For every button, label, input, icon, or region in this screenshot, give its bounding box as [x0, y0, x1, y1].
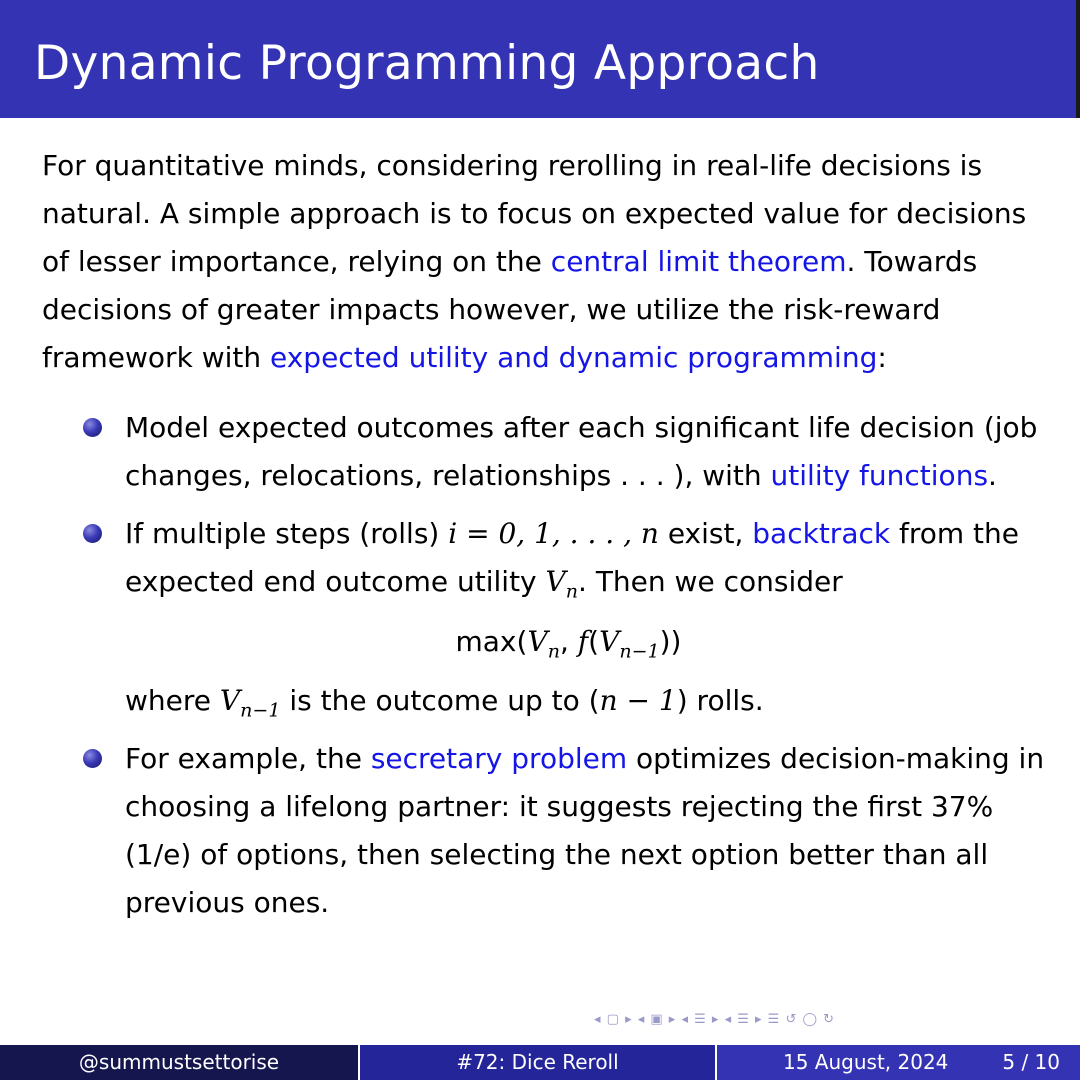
- intro-paragraph: For quantitative minds, considering rero…: [42, 142, 1052, 382]
- where-line: where Vn−1 is the outcome up to (n − 1) …: [125, 677, 1052, 725]
- backtrack-link[interactable]: backtrack: [752, 517, 890, 550]
- bullet-1-text-2: .: [988, 459, 997, 492]
- where-v: V: [219, 684, 241, 717]
- where-text-1: where: [125, 684, 220, 717]
- eq-comma: ,: [559, 625, 578, 658]
- where-math: n − 1: [599, 684, 677, 717]
- eq-v2: V: [599, 625, 620, 658]
- bullet-item-backtrack: If multiple steps (rolls) i = 0, 1, . . …: [42, 510, 1052, 725]
- bullet-icon: [83, 524, 102, 543]
- steps-math: i = 0, 1, . . . , n: [448, 517, 659, 550]
- secretary-problem-link[interactable]: secretary problem: [371, 742, 627, 775]
- footer-author: @summustsettorise: [0, 1045, 358, 1080]
- eq-sub-n1: n−1: [619, 640, 660, 663]
- footer-talk-title: #72: Dice Reroll: [360, 1045, 715, 1080]
- slide-content: For quantitative minds, considering rero…: [42, 142, 1052, 927]
- eq-open: (: [516, 625, 528, 658]
- bullet-2-text-4: . Then we consider: [578, 565, 843, 598]
- beamer-navigation-icons[interactable]: ◂ ▢ ▸ ◂ ▣ ▸ ◂ ☰ ▸ ◂ ☰ ▸ ☰ ↺ ◯ ↻: [594, 1012, 835, 1027]
- display-equation: max(Vn, f(Vn−1)): [125, 618, 1052, 666]
- eq-open-2: (: [588, 625, 600, 658]
- where-text-2: is the outcome up to (: [280, 684, 600, 717]
- intro-text-3: :: [877, 341, 887, 374]
- eq-close: )): [659, 625, 682, 658]
- bullet-list: Model expected outcomes after each signi…: [42, 404, 1052, 927]
- bullet-item-secretary: For example, the secretary problem optim…: [42, 735, 1052, 927]
- bullet-icon: [83, 749, 102, 768]
- eq-max: max: [455, 625, 517, 658]
- bullet-item-utility: Model expected outcomes after each signi…: [42, 404, 1052, 500]
- expected-utility-link[interactable]: expected utility and dynamic programming: [270, 341, 877, 374]
- utility-functions-link[interactable]: utility functions: [771, 459, 988, 492]
- slide-title: Dynamic Programming Approach: [34, 36, 820, 91]
- vn-base: V: [545, 565, 566, 598]
- vn-math: Vn: [545, 565, 579, 601]
- central-limit-theorem-link[interactable]: central limit theorem: [551, 245, 847, 278]
- eq-v1: V: [527, 625, 548, 658]
- bullet-2-text-1: If multiple steps (rolls): [125, 517, 449, 550]
- title-bar: Dynamic Programming Approach: [0, 0, 1080, 118]
- footer-bar: @summustsettorise #72: Dice Reroll 15 Au…: [0, 1045, 1080, 1080]
- vn-sub: n: [565, 580, 579, 603]
- footer-date-page: 15 August, 2024 5 / 10: [717, 1045, 1080, 1080]
- where-text-3: ) rolls.: [676, 684, 764, 717]
- where-sub: n−1: [240, 699, 281, 722]
- eq-f: f: [577, 625, 589, 658]
- bullet-3-text-1: For example, the: [125, 742, 371, 775]
- footer-page-number: 5 / 10: [1002, 1050, 1060, 1074]
- bullet-2-text-2: exist,: [658, 517, 753, 550]
- bullet-icon: [83, 418, 102, 437]
- footer-date: 15 August, 2024: [783, 1050, 949, 1074]
- eq-sub-n: n: [547, 640, 560, 663]
